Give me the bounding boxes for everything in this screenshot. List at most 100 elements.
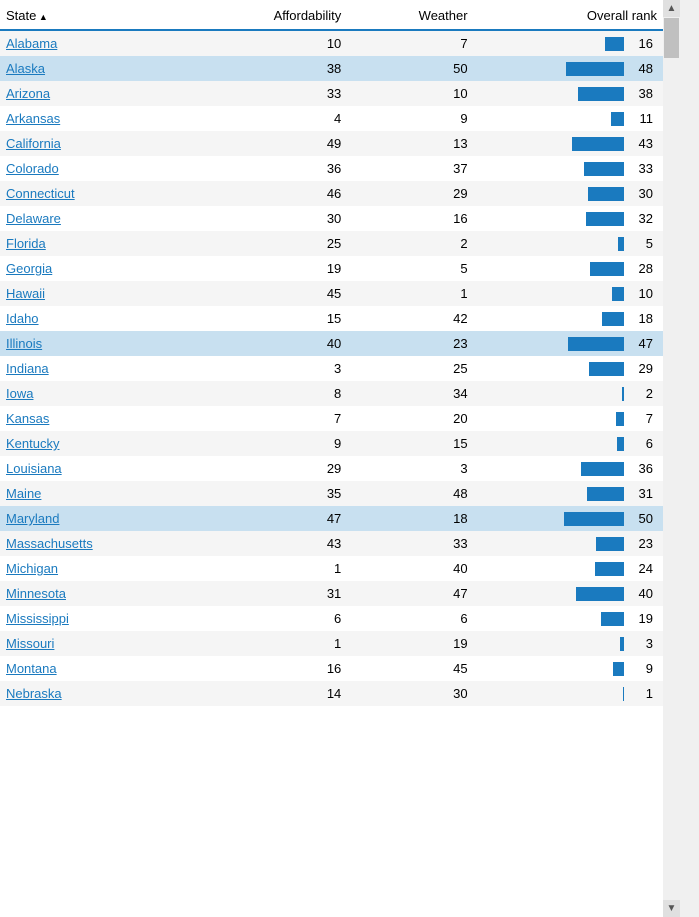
- table-row: Maryland471850: [0, 506, 663, 531]
- rank-bar: [596, 537, 624, 551]
- weather-cell: 42: [347, 306, 473, 331]
- state-header[interactable]: State: [0, 0, 221, 30]
- table-row: California4913 43: [0, 131, 663, 156]
- affordability-cell: 49: [221, 131, 347, 156]
- state-cell[interactable]: Alaska: [0, 56, 221, 81]
- state-cell[interactable]: Michigan: [0, 556, 221, 581]
- rank-number: 40: [628, 586, 653, 601]
- rank-number: 5: [628, 236, 653, 251]
- state-cell[interactable]: Kentucky: [0, 431, 221, 456]
- table-container: State Affordability Weather Overall rank…: [0, 0, 680, 917]
- rank-number: 6: [628, 436, 653, 451]
- rank-bar: [595, 562, 624, 576]
- state-cell[interactable]: Idaho: [0, 306, 221, 331]
- affordability-cell: 31: [221, 581, 347, 606]
- rank-number: 32: [628, 211, 653, 226]
- weather-header[interactable]: Weather: [347, 0, 473, 30]
- rank-number: 2: [628, 386, 653, 401]
- weather-cell: 6: [347, 606, 473, 631]
- state-cell[interactable]: Louisiana: [0, 456, 221, 481]
- rank-cell: 30: [474, 181, 663, 206]
- rank-cell: 7: [474, 406, 663, 431]
- state-cell[interactable]: Kansas: [0, 406, 221, 431]
- rank-bar: [601, 612, 624, 626]
- rank-number: 9: [628, 661, 653, 676]
- affordability-cell: 8: [221, 381, 347, 406]
- rank-number: 23: [628, 536, 653, 551]
- state-cell[interactable]: Nebraska: [0, 681, 221, 706]
- affordability-cell: 15: [221, 306, 347, 331]
- rank-number: 24: [628, 561, 653, 576]
- rank-cell: 1: [474, 681, 663, 706]
- rank-cell: 50: [474, 506, 663, 531]
- table-row: Mississippi6619: [0, 606, 663, 631]
- rank-bar: [581, 462, 624, 476]
- state-cell[interactable]: Hawaii: [0, 281, 221, 306]
- state-cell[interactable]: Arizona: [0, 81, 221, 106]
- table-row: Delaware301632: [0, 206, 663, 231]
- rank-number: 11: [628, 111, 653, 126]
- rank-number: 7: [628, 411, 653, 426]
- affordability-cell: 6: [221, 606, 347, 631]
- rank-number: 38: [628, 86, 653, 101]
- affordability-cell: 36: [221, 156, 347, 181]
- state-cell[interactable]: Alabama: [0, 30, 221, 56]
- overall-rank-header[interactable]: Overall rank: [474, 0, 663, 30]
- scroll-down-button[interactable]: ▼: [663, 900, 680, 917]
- scroll-up-button[interactable]: ▲: [663, 0, 680, 17]
- weather-cell: 29: [347, 181, 473, 206]
- scrollbar[interactable]: ▲ ▼: [663, 0, 680, 917]
- state-cell[interactable]: Maine: [0, 481, 221, 506]
- rank-bar: [587, 487, 624, 501]
- state-cell[interactable]: Minnesota: [0, 581, 221, 606]
- table-row: Georgia19528: [0, 256, 663, 281]
- state-cell[interactable]: Illinois: [0, 331, 221, 356]
- state-cell[interactable]: Montana: [0, 656, 221, 681]
- state-cell[interactable]: Massachusetts: [0, 531, 221, 556]
- state-cell[interactable]: Connecticut: [0, 181, 221, 206]
- rank-bar: [616, 412, 624, 426]
- rank-cell: 40: [474, 581, 663, 606]
- state-cell[interactable]: Arkansas: [0, 106, 221, 131]
- table-row: Florida2525: [0, 231, 663, 256]
- table-row: Idaho154218: [0, 306, 663, 331]
- table-row: Nebraska14301: [0, 681, 663, 706]
- weather-cell: 13: [347, 131, 473, 156]
- table-row: Alabama10716: [0, 30, 663, 56]
- rank-cell: 48: [474, 56, 663, 81]
- state-cell[interactable]: Delaware: [0, 206, 221, 231]
- rank-bar: [620, 637, 624, 651]
- rank-number: 43: [628, 136, 653, 151]
- rank-number: 16: [628, 36, 653, 51]
- rank-cell: 29: [474, 356, 663, 381]
- state-cell[interactable]: Mississippi: [0, 606, 221, 631]
- affordability-cell: 46: [221, 181, 347, 206]
- rank-number: 3: [628, 636, 653, 651]
- weather-cell: 15: [347, 431, 473, 456]
- state-cell[interactable]: Colorado: [0, 156, 221, 181]
- state-cell[interactable]: Georgia: [0, 256, 221, 281]
- table-row: Kentucky9156: [0, 431, 663, 456]
- weather-cell: 7: [347, 30, 473, 56]
- state-cell[interactable]: Florida: [0, 231, 221, 256]
- weather-cell: 50: [347, 56, 473, 81]
- state-cell[interactable]: Iowa: [0, 381, 221, 406]
- affordability-header[interactable]: Affordability: [221, 0, 347, 30]
- state-cell[interactable]: Indiana: [0, 356, 221, 381]
- rank-bar: [566, 62, 624, 76]
- state-cell[interactable]: Maryland: [0, 506, 221, 531]
- rank-cell: 19: [474, 606, 663, 631]
- weather-cell: 33: [347, 531, 473, 556]
- table-row: Arizona331038: [0, 81, 663, 106]
- rank-cell: 36: [474, 456, 663, 481]
- weather-cell: 2: [347, 231, 473, 256]
- state-cell[interactable]: California: [0, 131, 221, 156]
- affordability-cell: 40: [221, 331, 347, 356]
- rank-bar: [613, 662, 624, 676]
- scrollbar-track[interactable]: [663, 17, 680, 917]
- rank-bar: [590, 262, 624, 276]
- scrollbar-thumb[interactable]: [664, 18, 679, 58]
- state-cell[interactable]: Missouri: [0, 631, 221, 656]
- rank-number: 29: [628, 361, 653, 376]
- table-row: Massachusetts433323: [0, 531, 663, 556]
